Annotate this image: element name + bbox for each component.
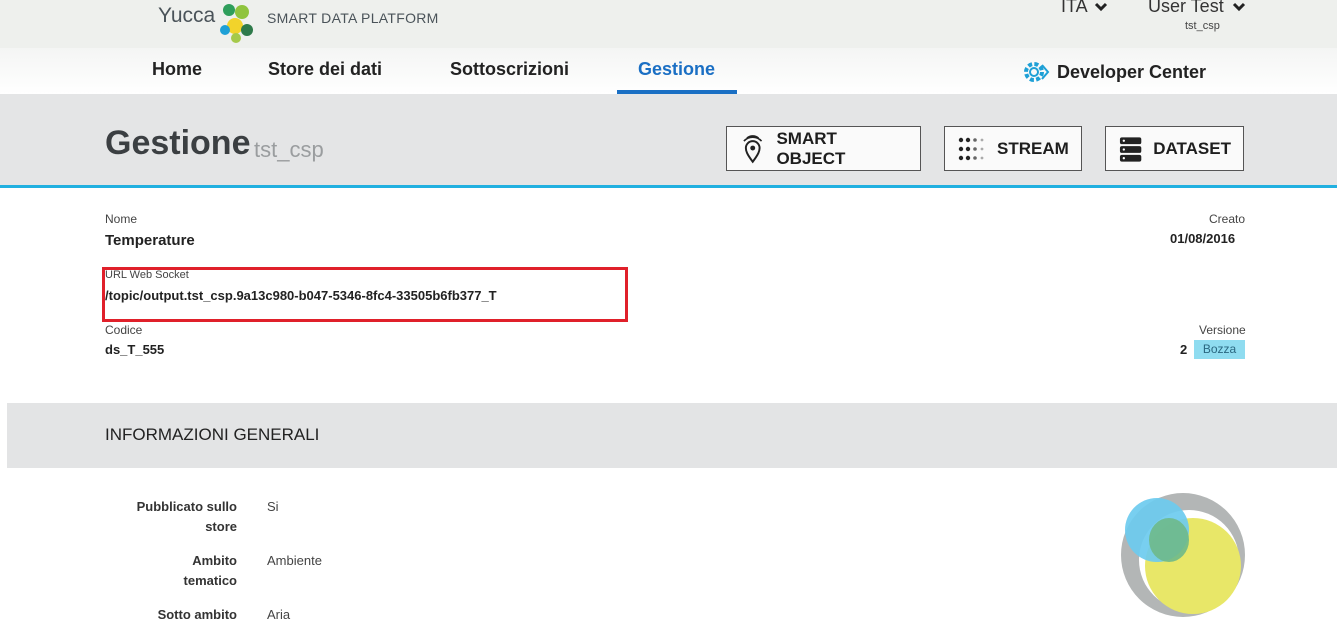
info-value-subdomain: Aria [267,607,291,622]
chevron-down-icon [1232,2,1245,11]
code-label: Codice [105,323,143,337]
nav-item-subscriptions[interactable]: Sottoscrizioni [450,59,569,80]
database-icon [1119,136,1142,162]
stream-label: STREAM [997,138,1069,158]
brand-logo-text[interactable]: Yucca [158,4,215,28]
gear-icon [1024,62,1050,82]
page-subtitle: tst_csp [254,137,324,162]
dataset-label: DATASET [1153,138,1231,158]
stream-button[interactable]: STREAM [944,126,1082,171]
created-value: 01/08/2016 [1170,231,1236,246]
yucca-logo-icon[interactable] [213,0,257,44]
section-title: INFORMAZIONI GENERALI [105,425,320,444]
version-label: Versione [1199,323,1246,337]
info-key-subdomain: Sotto ambito [105,605,237,625]
info-key-line: Sotto ambito [157,607,237,622]
language-label: ITA [1061,0,1088,16]
version-value: 2 [1180,342,1188,357]
domain-icon [1121,493,1245,617]
info-key-line: Pubblicato sullo [136,499,237,514]
info-value-published: Si [267,499,279,514]
status-badge: Bozza [1194,340,1245,359]
info-value-domain: Ambiente [267,553,322,568]
stream-icon [958,137,984,160]
name-value: Temperature [105,232,195,249]
code-value: ds_T_555 [105,342,165,357]
top-header: Yucca SMART DATA PLATFORM ITA User Test … [0,0,1337,49]
info-key-line: Ambito [192,553,237,568]
smart-object-button[interactable]: SMART OBJECT [726,126,921,171]
nav-item-home[interactable]: Home [152,59,202,80]
url-websocket-value[interactable]: /topic/output.tst_csp.9a13c980-b047-5346… [105,288,497,303]
info-key-domain: Ambito tematico [105,551,237,591]
nav-item-store[interactable]: Store dei dati [268,59,382,80]
smart-object-label: SMART OBJECT [776,128,846,168]
user-menu[interactable]: User Test [1148,0,1246,17]
platform-name: SMART DATA PLATFORM [267,10,439,26]
nav-item-management[interactable]: Gestione [638,59,715,80]
smart-object-icon [743,134,763,163]
created-label: Creato [1209,212,1246,226]
name-label: Nome [105,212,138,226]
user-name: User Test [1148,0,1224,16]
user-tenant: tst_csp [1185,20,1220,32]
dataset-button[interactable]: DATASET [1105,126,1244,171]
info-key-line: tematico [183,573,237,588]
developer-center-link[interactable]: Developer Center [1021,59,1206,85]
url-websocket-label: URL Web Socket [105,269,189,281]
chevron-down-icon [1094,2,1107,11]
developer-center-label: Developer Center [1057,61,1207,82]
page-title: Gestione [105,124,251,162]
info-key-line: store [205,519,237,534]
info-key-published: Pubblicato sullo store [105,497,237,537]
language-selector[interactable]: ITA [1061,0,1108,17]
